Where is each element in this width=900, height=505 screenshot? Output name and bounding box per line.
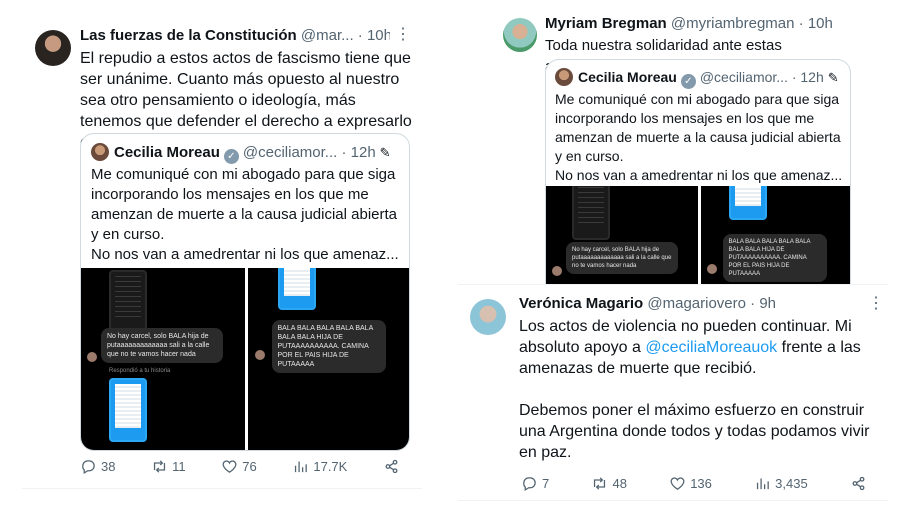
share-icon [852,476,865,491]
quote-time: · 12h [791,69,824,85]
reply-icon [82,460,95,475]
avatar[interactable] [91,143,109,161]
views-count: 17.7K [313,459,348,474]
tweet-text: Los actos de violencia no pueden continu… [519,316,879,463]
media-image-right[interactable]: BALA BALA BALA BALA BALA BALA BALA HIJA … [247,268,409,450]
tweet-time[interactable]: · 9h [750,295,776,312]
quote-author-handle: @ceciliamor... [699,69,788,85]
avatar[interactable] [503,18,537,52]
message-bubble: No hay carcel, solo BALA hija de putaaaa… [566,242,678,274]
action-bar: 7 48 136 3,435 [521,475,867,492]
share-button[interactable] [850,475,867,492]
like-button[interactable]: 136 [669,475,712,492]
tweet-text-paragraph: Debemos poner el máximo esfuerzo en cons… [519,402,870,461]
quote-text: Me comuniqué con mi abogado para que sig… [555,91,841,164]
reply-count: 38 [101,459,116,474]
quote-text: Me comuniqué con mi abogado para que sig… [91,166,398,243]
like-count: 76 [242,459,257,474]
quote-author-handle: @ceciliamor... [242,144,338,161]
pencil-icon: ✎ [379,145,391,160]
avatar[interactable] [470,299,506,335]
verified-badge-icon: ✓ [680,74,696,89]
media-image-left[interactable]: No hay carcel, solo BALA hija de putaaaa… [81,268,245,450]
screenshot-thumb [277,268,316,310]
retweet-icon [154,460,166,473]
reply-count: 7 [542,476,550,491]
reply-icon [523,477,536,492]
avatar [254,350,265,360]
quote-text-truncated: No nos van a amedrentar ni los que amena… [555,167,843,183]
retweet-button[interactable]: 48 [591,475,627,492]
share-button[interactable] [383,458,400,475]
more-dots-icon[interactable]: ⋮ [395,24,411,44]
views-icon [757,478,769,490]
message-bubble: BALA BALA BALA BALA BALA BALA BALA HIJA … [722,234,827,282]
avatar [552,266,562,276]
views-button[interactable]: 3,435 [754,475,808,492]
action-bar: 38 11 76 17.7K [80,458,400,475]
views-icon [295,461,308,473]
quote-media[interactable]: No hay carcel, solo BALA hija de putaaaa… [546,186,850,288]
views-button[interactable]: 17.7K [292,458,347,475]
quote-time: · 12h [341,144,376,161]
author-name[interactable]: Myriam Bregman [545,15,667,32]
avatar[interactable] [555,68,573,86]
reply-caption: Respondió a tu historia [109,368,171,374]
quote-text-truncated: No nos van a amedrentar ni los que amena… [91,246,399,263]
like-count: 136 [690,476,712,491]
heart-icon [222,460,237,473]
author-handle[interactable]: @magariovero [647,295,746,312]
tweet-time[interactable]: · 10h [799,15,833,32]
screenshot-thumb [109,270,147,334]
pencil-icon: ✎ [827,70,839,85]
verified-badge-icon: ✓ [223,149,239,164]
author-name[interactable]: Las fuerzas de la Constitución [80,27,297,44]
quote-media[interactable]: No hay carcel, solo BALA hija de putaaaa… [81,268,409,450]
tweet-time[interactable]: · 10h [358,27,390,44]
message-bubble: No hay carcel, solo BALA hija de putaaaa… [101,328,223,363]
tweet-fuerzas-constitucion[interactable]: Las fuerzas de la Constitución @mar... ·… [22,18,422,488]
reply-button[interactable]: 38 [80,458,115,475]
media-image-left[interactable]: No hay carcel, solo BALA hija de putaaaa… [546,186,698,288]
avatar[interactable] [35,30,71,66]
author-handle[interactable]: @myriambregman [671,15,795,32]
author-handle[interactable]: @mar... [301,27,354,44]
retweet-button[interactable]: 11 [151,458,186,475]
divider [22,488,422,489]
media-image-right[interactable]: BALA BALA BALA BALA BALA BALA BALA HIJA … [700,186,850,288]
quoted-tweet[interactable]: Cecilia Moreau ✓ @ceciliamor... · 12h ✎ Me … [545,59,851,288]
quoted-tweet[interactable]: Cecilia Moreau ✓ @ceciliamor... · 12h ✎ Me … [80,133,410,451]
avatar [87,352,97,362]
divider [458,500,888,501]
retweet-icon [594,477,606,490]
retweet-count: 11 [172,459,186,474]
screenshot-thumb [728,186,767,220]
author-name[interactable]: Verónica Magario [519,295,643,312]
screenshot-thumb [109,378,147,442]
message-bubble: BALA BALA BALA BALA BALA BALA BALA HIJA … [271,320,386,373]
screenshot-thumb [572,186,610,240]
more-dots-icon[interactable]: ⋮ [868,293,884,313]
heart-icon [670,477,685,490]
like-button[interactable]: 76 [221,458,257,475]
retweet-count: 48 [612,476,627,491]
mention-link[interactable]: @ceciliaMoreauok [645,339,777,356]
avatar [706,264,717,274]
quote-author-name: Cecilia Moreau [114,144,220,161]
share-icon [385,459,398,474]
views-count: 3,435 [775,476,808,491]
tweet-myriam-bregman[interactable]: Myriam Bregman @myriambregman · 10h Toda… [492,8,862,288]
reply-button[interactable]: 7 [521,475,549,492]
quote-author-name: Cecilia Moreau [578,69,677,85]
tweet-veronica-magario[interactable]: Verónica Magario @magariovero · 9h ⋮ Los… [458,284,888,500]
